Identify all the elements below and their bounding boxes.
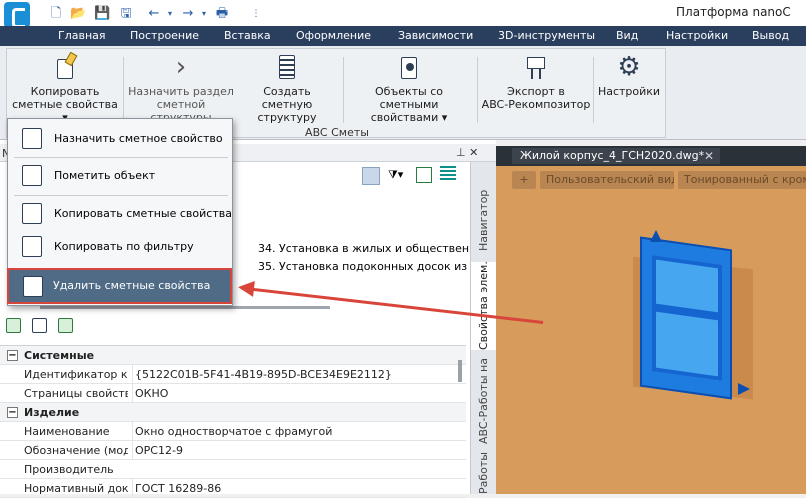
viewport-menu-button[interactable]: + [512, 171, 536, 189]
export-recompositor-button[interactable]: Экспорт в ABC-Рекомпозитор [481, 53, 591, 111]
redo-icon[interactable]: → [180, 6, 196, 22]
filter-copy-icon [22, 236, 42, 257]
save-icon[interactable]: 💾 [94, 6, 110, 22]
create-structure-button[interactable]: Создать сметную структуру [235, 53, 339, 124]
menu-formatting[interactable]: Оформление [296, 29, 371, 42]
menu-construction[interactable]: Построение [130, 29, 199, 42]
pin-close-icon[interactable]: ⊥ ✕ [456, 146, 478, 159]
property-grid: −Системные Идентификатор ко...{5122C01B-… [0, 345, 466, 498]
tab-abc-works[interactable]: ABC-Работы на... [471, 358, 497, 444]
app-logo-icon[interactable] [4, 2, 30, 28]
copy-properties-icon [22, 203, 42, 224]
menu-insert[interactable]: Вставка [224, 29, 271, 42]
print-icon[interactable]: 🖶 [214, 6, 230, 22]
undo-icon[interactable]: ← [146, 6, 162, 22]
objects-with-properties-button[interactable]: Объекты со сметными свойствами ▾ [347, 53, 471, 124]
property-row[interactable]: Идентификатор ко...{5122C01B-5F41-4B19-8… [0, 365, 466, 384]
menu-settings[interactable]: Настройки [666, 29, 728, 42]
collapse-icon[interactable]: − [7, 350, 18, 361]
menu-3d-tools[interactable]: 3D-инструменты [498, 29, 595, 42]
menu-home[interactable]: Главная [58, 29, 106, 42]
side-tabs: Навигатор Свойства элем... ABC-Работы на… [470, 162, 497, 494]
select-tool-icon[interactable] [416, 167, 432, 183]
new-file-icon[interactable]: 🗋 [48, 6, 64, 22]
menu-output[interactable]: Вывод [752, 29, 789, 42]
copy-properties-icon [51, 51, 79, 81]
document-tab[interactable]: Жилой корпус_4_ГСН2020.dwg* [512, 148, 720, 164]
assign-property-icon [22, 128, 42, 149]
menu-view[interactable]: Вид [616, 29, 638, 42]
property-row[interactable]: Наименование Окно одностворчатое с фрамуг… [0, 422, 466, 441]
tab-works[interactable]: Работы на... [471, 448, 497, 494]
abc-settings-button[interactable]: ⚙ Настройки [595, 53, 663, 98]
list-view-icon[interactable] [440, 166, 456, 182]
save-as-icon[interactable]: 🖫 [118, 6, 134, 22]
annotation-arrow-head [237, 279, 255, 297]
visual-style-button[interactable]: Тонированный с кромка [678, 171, 806, 189]
undo-dropdown-icon[interactable]: ▾ [162, 6, 178, 22]
menu-assign-property[interactable]: Назначить сметное свойство [8, 122, 232, 155]
export-icon [522, 53, 550, 81]
tab-element-properties[interactable]: Свойства элем... [471, 262, 497, 350]
customize-toolbar-icon[interactable]: ⋮ [248, 6, 264, 22]
property-row[interactable]: Обозначение (мод...ОРС12-9 [0, 441, 466, 460]
redo-dropdown-icon[interactable]: ▾ [196, 6, 212, 22]
gear-icon: ⚙ [617, 52, 641, 82]
grip-up-icon[interactable] [650, 230, 662, 242]
horizontal-scrollbar[interactable] [40, 306, 330, 309]
window-title: Платформа nanoC [676, 5, 791, 19]
menu-delete-properties[interactable]: Удалить сметные свойства [7, 268, 232, 304]
list-document-icon [273, 53, 301, 81]
close-tab-icon[interactable]: ✕ [704, 148, 714, 164]
copy-icon[interactable] [32, 318, 47, 333]
mark-object-icon [22, 165, 42, 186]
chevron-right-icon: › [175, 52, 187, 82]
tab-navigator[interactable]: Навигатор [471, 180, 497, 260]
menu-copy-by-filter[interactable]: Копировать по фильтру [8, 230, 232, 263]
menu-mark-object[interactable]: Пометить объект [8, 159, 232, 192]
open-folder-icon[interactable]: 📂 [70, 6, 86, 22]
menu-constraints[interactable]: Зависимости [398, 29, 473, 42]
property-category-product[interactable]: − Изделие [0, 403, 466, 422]
pin-tool-icon[interactable] [362, 167, 380, 185]
property-category-system[interactable]: − Системные [0, 346, 466, 365]
property-row[interactable]: Нормативный док... ГОСТ 16289-86 [0, 479, 466, 498]
property-row[interactable]: Страницы свойств ОКНО [0, 384, 466, 403]
copy-properties-button[interactable]: Копировать сметные свойства ▾ [9, 51, 121, 124]
property-row[interactable]: Производитель [0, 460, 466, 479]
grip-right-icon[interactable] [738, 383, 750, 395]
view-mode-button[interactable]: Пользовательский вид [540, 171, 674, 189]
object-view-icon [395, 53, 423, 81]
menu-bar: Главная Построение Вставка Оформление За… [0, 26, 806, 46]
assign-section-button[interactable]: › Назначить раздел сметной структуры [127, 53, 235, 124]
menu-copy-properties[interactable]: Копировать сметные свойства [8, 197, 232, 230]
property-grid-scrollbar[interactable] [458, 360, 462, 382]
check-copy-icon[interactable] [58, 318, 73, 333]
check-all-icon[interactable] [6, 318, 21, 333]
collapse-icon[interactable]: − [7, 407, 18, 418]
viewport-toolbar: + Пользовательский вид Тонированный с кр… [508, 171, 806, 189]
properties-toolbar [6, 318, 126, 336]
delete-properties-icon [23, 276, 43, 297]
filter-icon[interactable]: ⧩▾ [388, 168, 403, 182]
